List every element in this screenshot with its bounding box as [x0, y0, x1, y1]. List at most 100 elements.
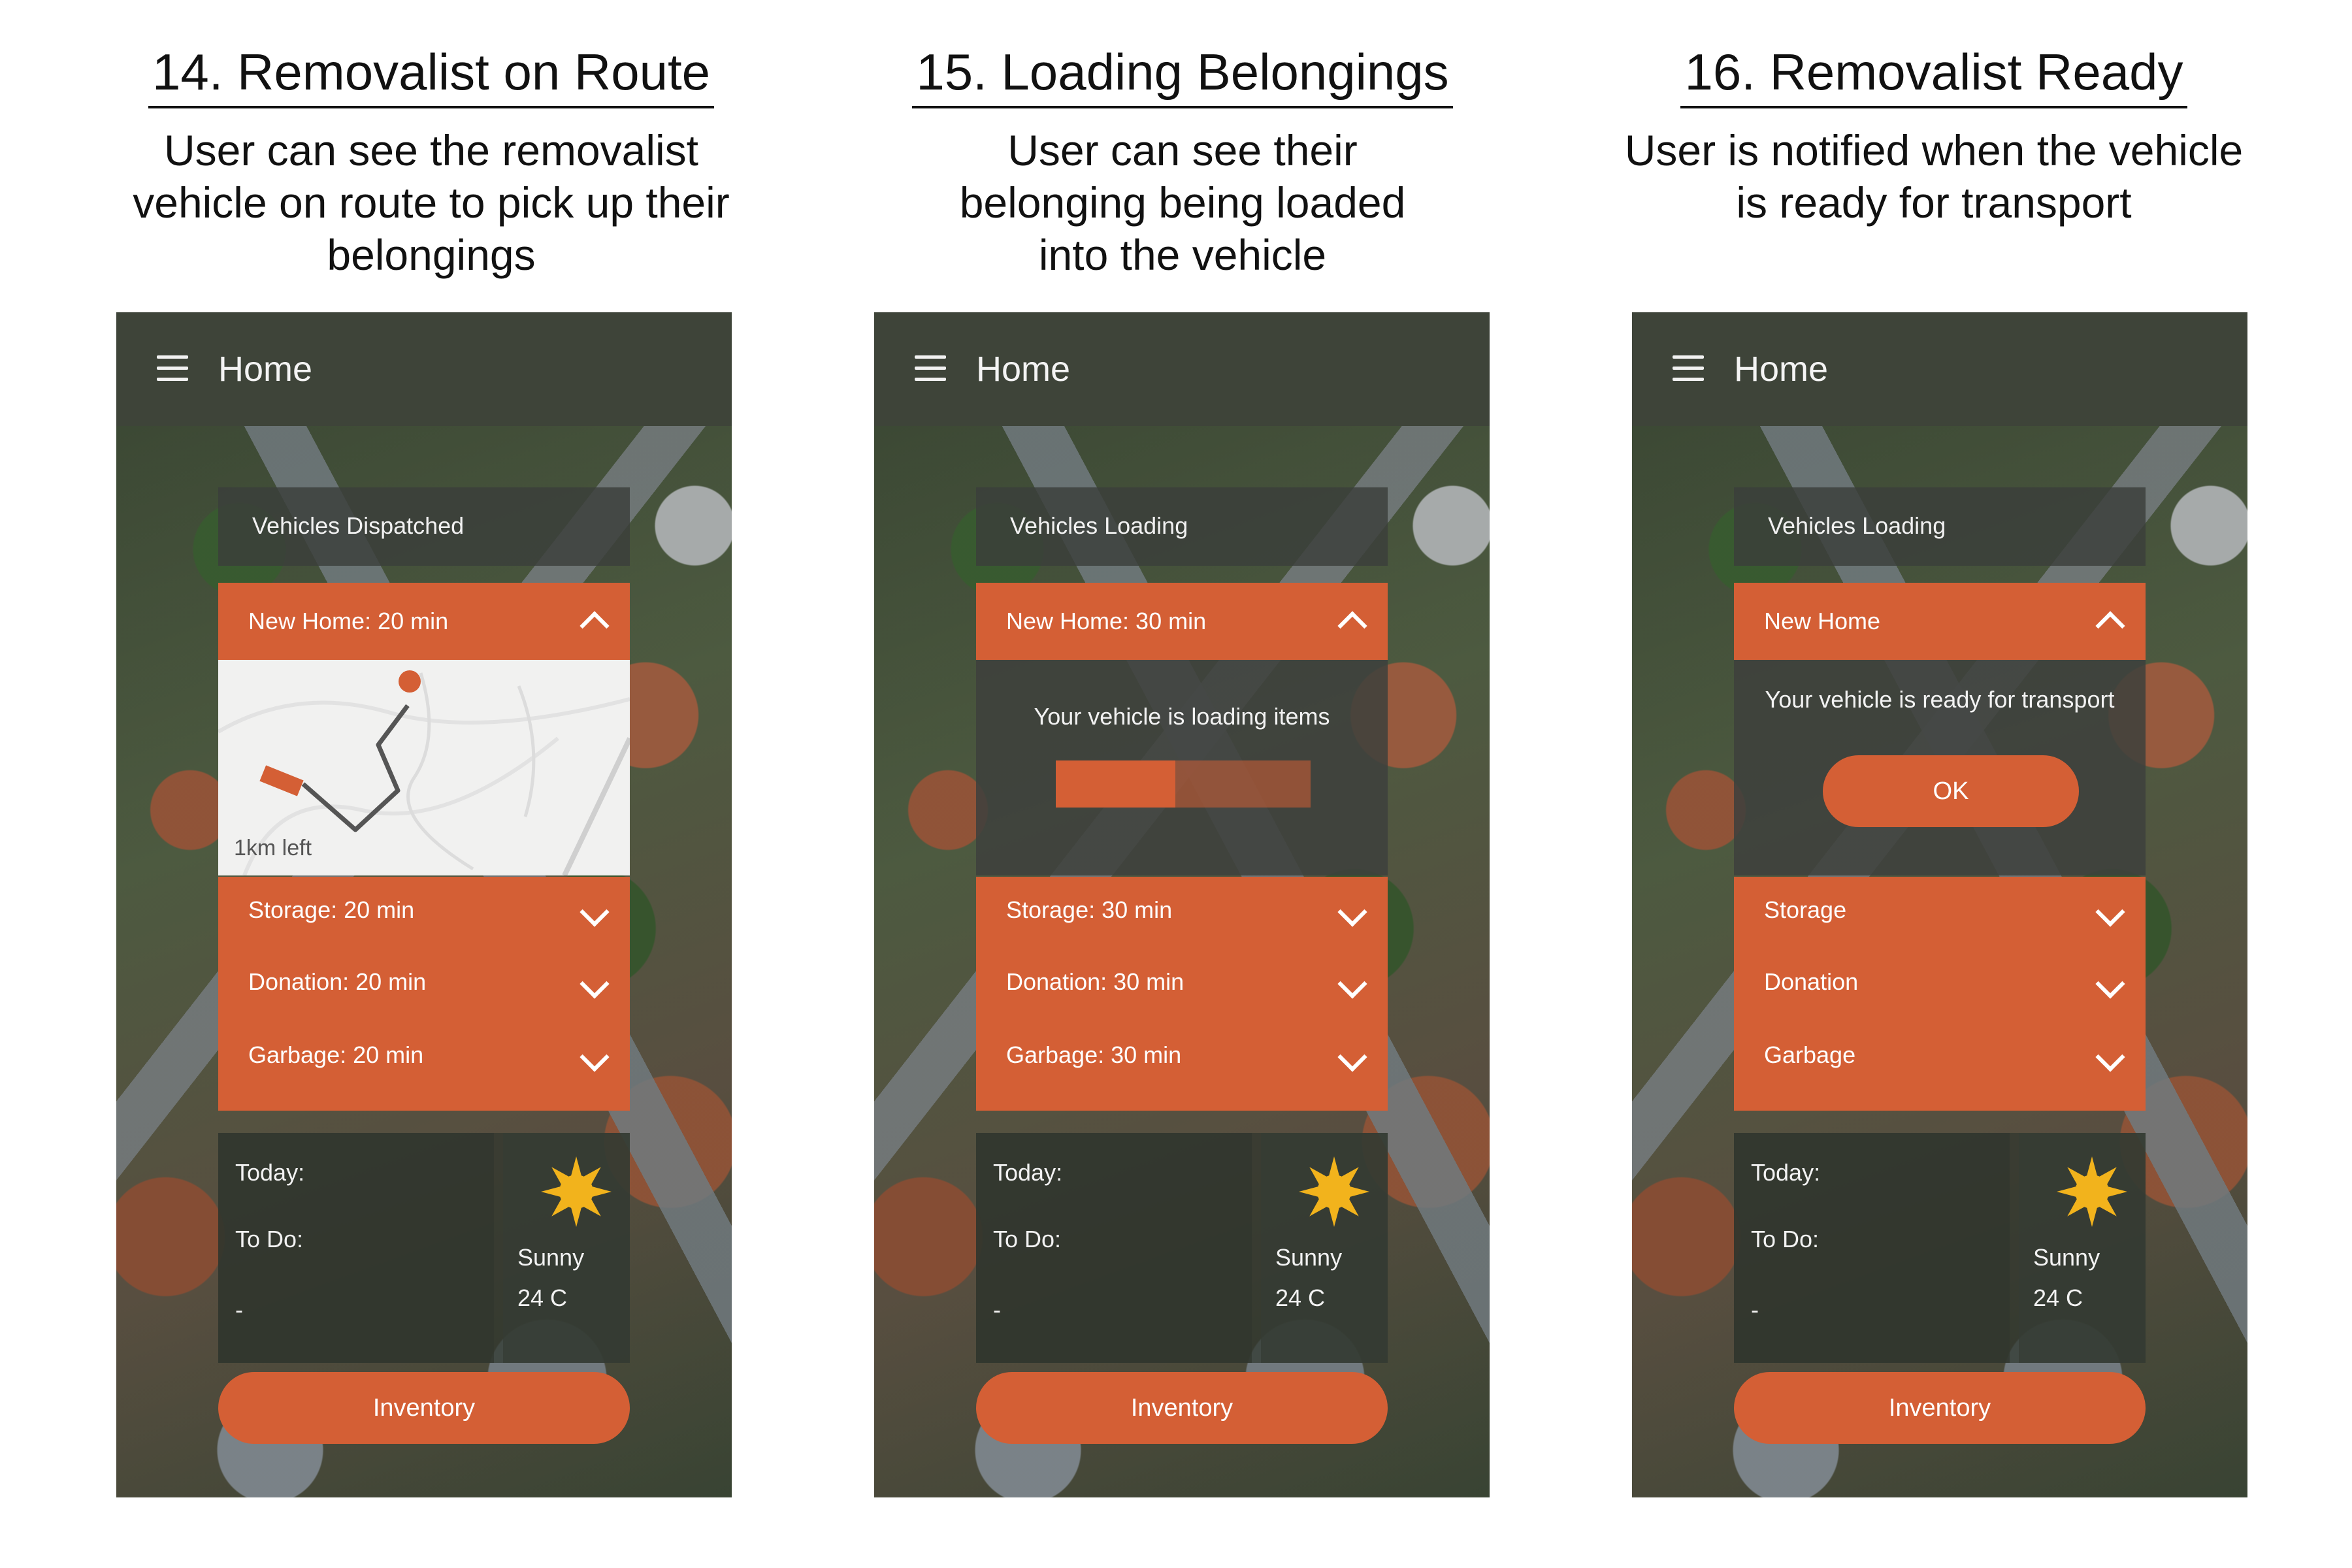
- accordion-new-home-label: New Home: 30 min: [1006, 608, 1207, 634]
- accordion-garbage[interactable]: Garbage: [1734, 1022, 2146, 1094]
- step-description: User can see the removalist vehicle on r…: [133, 126, 730, 279]
- temperature: 24 C: [517, 1284, 568, 1311]
- status-header-label: Vehicles Dispatched: [252, 512, 465, 539]
- phone-screen-loading: Home Vehicles Loading New Home: 30 min Y…: [874, 312, 1490, 1497]
- chevron-down-icon[interactable]: [1337, 1042, 1367, 1072]
- phone-screen-ready: Home Vehicles Loading New Home Your vehi…: [1632, 312, 2247, 1497]
- accordion-storage[interactable]: Storage: 30 min: [976, 877, 1388, 949]
- todo-panel: Today: To Do: -: [218, 1133, 494, 1363]
- accordion-donation[interactable]: Donation: [1734, 949, 2146, 1021]
- phone-screen-route: Home Vehicles Dispatched New Home: 20 mi…: [116, 312, 732, 1497]
- step-description: User is notified when the vehicle is rea…: [1624, 126, 2244, 227]
- chevron-down-icon[interactable]: [580, 969, 610, 999]
- chevron-down-icon[interactable]: [580, 897, 610, 927]
- weather-condition: Sunny: [1275, 1244, 1343, 1271]
- chevron-down-icon[interactable]: [1337, 897, 1367, 927]
- status-header: Vehicles Loading: [1734, 487, 2146, 566]
- todo-panel: Today: To Do: -: [1734, 1133, 2010, 1363]
- accordion-new-home[interactable]: New Home: [1734, 583, 2146, 660]
- chevron-up-icon[interactable]: [1337, 611, 1367, 641]
- step-header-14: 14. Removalist on Route User can see the…: [78, 39, 784, 281]
- loading-progress-fill: [1056, 760, 1176, 808]
- chevron-up-icon[interactable]: [580, 611, 610, 641]
- chevron-down-icon[interactable]: [2095, 969, 2125, 999]
- accordion-garbage-label: Garbage: 30 min: [1006, 1041, 1182, 1068]
- step-title: 16. Removalist Ready: [1680, 39, 2187, 108]
- todo-value: -: [235, 1296, 243, 1323]
- todo-value: -: [993, 1296, 1001, 1323]
- accordion-new-home-label: New Home: [1764, 608, 1881, 634]
- step-header-15: 15. Loading Belongings User can see thei…: [830, 39, 1535, 281]
- todo-label: To Do:: [993, 1226, 1062, 1252]
- loading-panel: Your vehicle is loading items: [976, 660, 1388, 875]
- app-bar: Home: [874, 312, 1490, 426]
- info-card: Today: To Do: - Sunny 24 C: [976, 1133, 1388, 1363]
- chevron-down-icon[interactable]: [2095, 897, 2125, 927]
- info-card: Today: To Do: - Sunny 24 C: [1734, 1133, 2146, 1363]
- chevron-down-icon[interactable]: [2095, 1042, 2125, 1072]
- accordion-garbage-label: Garbage: [1764, 1041, 1856, 1068]
- step-title: 14. Removalist on Route: [148, 39, 715, 108]
- accordion-donation[interactable]: Donation: 30 min: [976, 949, 1388, 1021]
- accordion-storage[interactable]: Storage: [1734, 877, 2146, 949]
- accordion-donation[interactable]: Donation: 20 min: [218, 949, 630, 1021]
- step-description: User can see their belonging being loade…: [959, 126, 1406, 279]
- chevron-down-icon[interactable]: [1337, 969, 1367, 999]
- app-title: Home: [976, 350, 1071, 389]
- loading-progress-bar: [1056, 760, 1311, 808]
- todo-panel: Today: To Do: -: [976, 1133, 1252, 1363]
- today-label: Today:: [993, 1159, 1063, 1186]
- weather-panel: Sunny 24 C: [1261, 1133, 1388, 1363]
- weather-panel: Sunny 24 C: [2019, 1133, 2146, 1363]
- today-label: Today:: [1751, 1159, 1821, 1186]
- temperature: 24 C: [2033, 1284, 2083, 1311]
- chevron-up-icon[interactable]: [2095, 611, 2125, 641]
- todo-value: -: [1751, 1296, 1759, 1323]
- sun-icon: [1299, 1156, 1369, 1227]
- accordion-new-home[interactable]: New Home: 20 min: [218, 583, 630, 660]
- step-header-16: 16. Removalist Ready User is notified wh…: [1581, 39, 2287, 229]
- distance-remaining: 1km left: [234, 836, 312, 860]
- accordion-storage[interactable]: Storage: 20 min: [218, 877, 630, 949]
- accordion-new-home[interactable]: New Home: 30 min: [976, 583, 1388, 660]
- weather-condition: Sunny: [517, 1244, 585, 1271]
- accordion-list: Storage: 20 min Donation: 20 min Garbage…: [218, 877, 630, 1111]
- ready-panel: Your vehicle is ready for transport OK: [1734, 660, 2146, 875]
- menu-icon[interactable]: [915, 355, 946, 382]
- status-header: Vehicles Loading: [976, 487, 1388, 566]
- accordion-storage-label: Storage: 20 min: [248, 896, 415, 923]
- menu-icon[interactable]: [157, 355, 188, 382]
- step-title: 15. Loading Belongings: [912, 39, 1453, 108]
- accordion-storage-label: Storage: [1764, 896, 1847, 923]
- accordion-list: Storage Donation Garbage: [1734, 877, 2146, 1111]
- route-map[interactable]: 1km left: [218, 660, 630, 875]
- sun-icon: [2057, 1156, 2127, 1227]
- menu-icon[interactable]: [1673, 355, 1704, 382]
- accordion-new-home-label: New Home: 20 min: [248, 608, 449, 634]
- app-title: Home: [1734, 350, 1829, 389]
- accordion-list: Storage: 30 min Donation: 30 min Garbage…: [976, 877, 1388, 1111]
- temperature: 24 C: [1275, 1284, 1326, 1311]
- inventory-button[interactable]: Inventory: [1734, 1372, 2146, 1444]
- inventory-button[interactable]: Inventory: [218, 1372, 630, 1444]
- sun-icon: [541, 1156, 612, 1227]
- weather-condition: Sunny: [2033, 1244, 2100, 1271]
- today-label: Today:: [235, 1159, 305, 1186]
- accordion-garbage[interactable]: Garbage: 20 min: [218, 1022, 630, 1094]
- app-bar: Home: [1632, 312, 2247, 426]
- accordion-donation-label: Donation: [1764, 968, 1859, 995]
- info-card: Today: To Do: - Sunny 24 C: [218, 1133, 630, 1363]
- todo-label: To Do:: [1751, 1226, 1820, 1252]
- app-title: Home: [218, 350, 313, 389]
- status-header-label: Vehicles Loading: [1010, 512, 1188, 539]
- status-header: Vehicles Dispatched: [218, 487, 630, 566]
- ok-button[interactable]: OK: [1823, 755, 2079, 827]
- accordion-storage-label: Storage: 30 min: [1006, 896, 1173, 923]
- inventory-button[interactable]: Inventory: [976, 1372, 1388, 1444]
- status-header-label: Vehicles Loading: [1768, 512, 1946, 539]
- chevron-down-icon[interactable]: [580, 1042, 610, 1072]
- accordion-donation-label: Donation: 20 min: [248, 968, 427, 995]
- accordion-garbage[interactable]: Garbage: 30 min: [976, 1022, 1388, 1094]
- weather-panel: Sunny 24 C: [503, 1133, 630, 1363]
- accordion-donation-label: Donation: 30 min: [1006, 968, 1184, 995]
